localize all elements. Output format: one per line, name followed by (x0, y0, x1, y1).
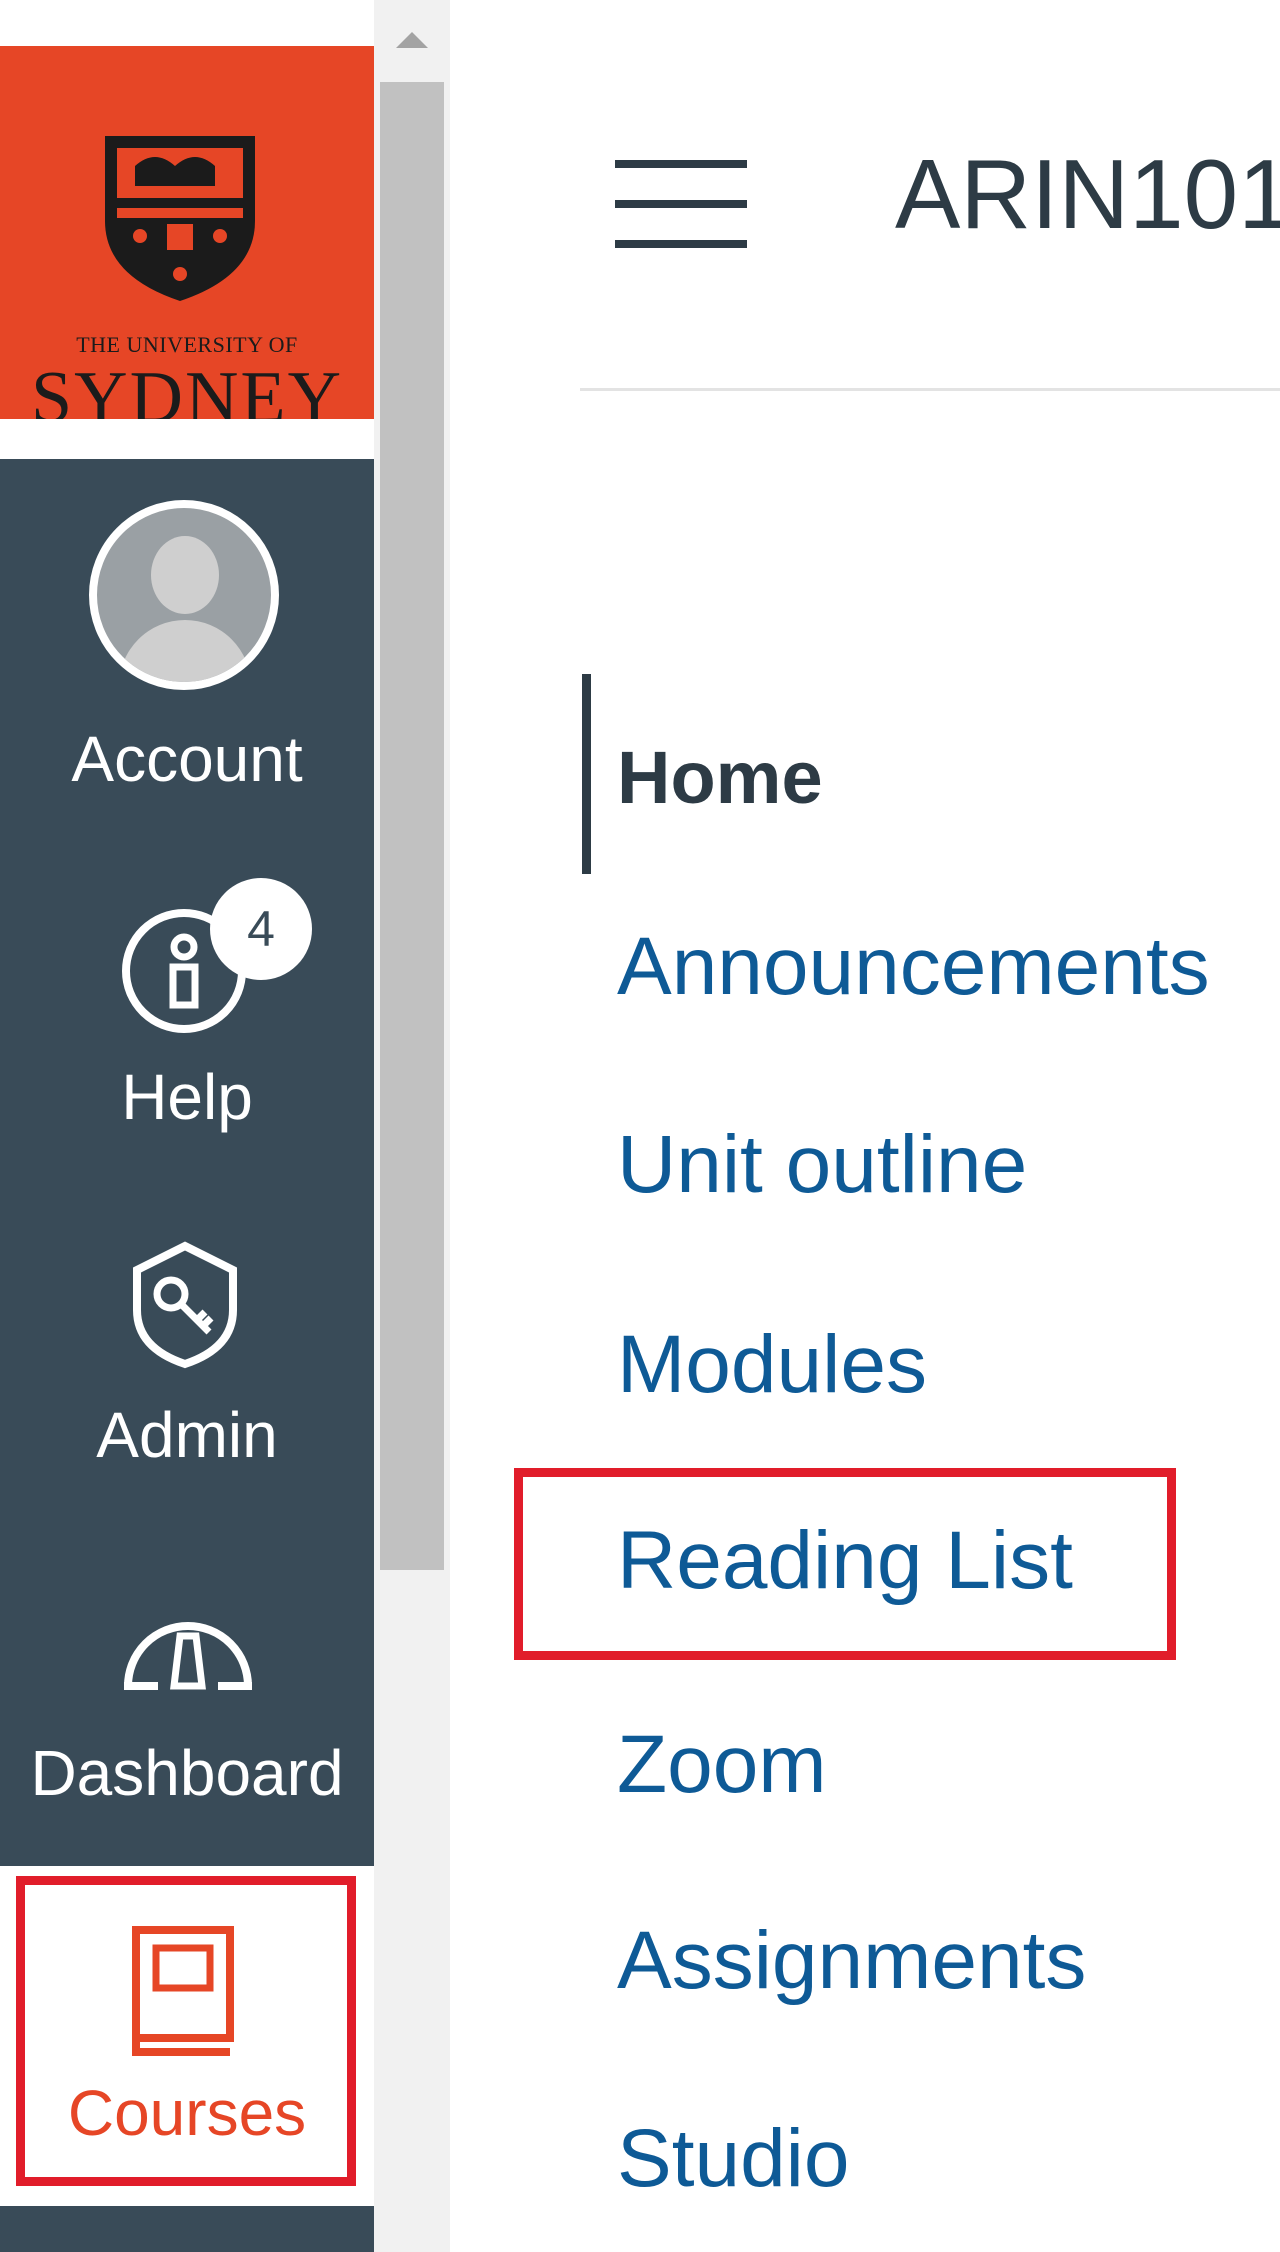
hamburger-line (615, 160, 747, 168)
logo-top-spacer (0, 0, 374, 46)
logo-text-small: THE UNIVERSITY OF (76, 332, 298, 357)
highlight-outline-reading-list (514, 1468, 1176, 1660)
course-nav-modules[interactable]: Modules (617, 1318, 927, 1412)
highlight-outline-courses (16, 1876, 356, 2186)
hamburger-line (615, 240, 747, 248)
dashboard-gauge-icon (124, 1622, 252, 1690)
course-nav-announcements[interactable]: Announcements (617, 920, 1210, 1014)
admin-shield-key-icon (133, 1241, 237, 1369)
avatar (89, 500, 279, 690)
header-divider (580, 388, 1280, 391)
nav-item-admin-label-wrap: Admin (0, 1398, 374, 1472)
course-title[interactable]: ARIN101 (895, 138, 1280, 251)
nav-item-label: Admin (96, 1399, 278, 1471)
scrollbar-thumb[interactable] (380, 82, 444, 1570)
scroll-up-arrow-icon[interactable] (396, 32, 428, 48)
notification-badge: 4 (210, 878, 312, 980)
course-nav-home[interactable]: Home (617, 735, 823, 820)
course-nav-unit-outline[interactable]: Unit outline (617, 1118, 1027, 1212)
active-indicator (582, 674, 591, 874)
university-logo[interactable]: THE UNIVERSITY OF SYDNEY (0, 46, 374, 439)
nav-item-account-label-wrap: Account (0, 722, 374, 796)
course-menu-toggle-button[interactable] (615, 160, 747, 248)
course-nav-studio[interactable]: Studio (617, 2112, 850, 2206)
crest-icon (105, 136, 255, 301)
global-navigation: THE UNIVERSITY OF SYDNEY Account 4 Help (0, 0, 374, 2252)
vertical-scrollbar[interactable] (374, 0, 450, 2252)
nav-item-help-label-wrap: Help (0, 1060, 374, 1134)
course-nav-assignments[interactable]: Assignments (617, 1914, 1086, 2008)
nav-item-label: Account (71, 723, 303, 795)
logo-bottom-spacer (0, 419, 374, 459)
nav-item-label: Help (121, 1061, 253, 1133)
course-nav-zoom[interactable]: Zoom (617, 1718, 827, 1812)
hamburger-line (615, 200, 747, 208)
nav-item-label: Dashboard (30, 1737, 344, 1809)
nav-item-dashboard-label-wrap: Dashboard (0, 1736, 374, 1810)
